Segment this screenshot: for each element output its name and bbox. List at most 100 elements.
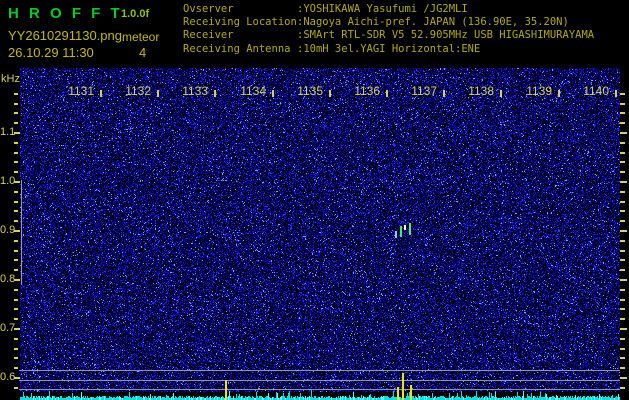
time-tick	[500, 90, 502, 97]
frequency-tick-right	[620, 250, 625, 252]
frequency-tick-right	[620, 122, 625, 124]
time-tick-label: 1133	[182, 84, 208, 98]
frequency-tick-right	[620, 191, 625, 193]
time-tick-label: 1132	[125, 84, 151, 98]
time-tick	[272, 90, 274, 97]
time-tick-label: 1136	[354, 84, 380, 98]
frequency-tick-right	[620, 93, 625, 95]
frequency-unit-label: kHz	[1, 73, 20, 85]
frequency-tick-left	[14, 122, 18, 124]
time-tick	[558, 90, 560, 97]
hrofft-window: H R O F F T 1.0.0f YY2610291130.png mete…	[0, 0, 629, 400]
station-info-label: Ovserver	[183, 3, 234, 15]
frequency-tick-label: 0.7	[0, 322, 16, 334]
time-tick	[443, 90, 445, 97]
frequency-tick-left	[14, 318, 18, 320]
output-filename: YY2610291130.png	[8, 28, 122, 43]
station-info-value: :10mH 3el.YAGI Horizontal:ENE	[297, 42, 481, 55]
frequency-tick-right	[620, 269, 625, 271]
frequency-tick-right	[620, 348, 625, 350]
station-info-row: Ovserver:YOSHIKAWA Yasufumi /JG2MLI	[183, 3, 594, 16]
meteor-echo-mark	[395, 231, 397, 238]
frequency-tick-left	[14, 387, 18, 389]
frequency-tick-left	[14, 357, 18, 359]
station-info-value: :SMArt RTL-SDR V5 52.905MHz USB HIGASHIM…	[297, 29, 595, 42]
time-tick-label: 1131	[68, 84, 94, 98]
time-tick	[615, 90, 617, 97]
meteor-event-marker	[402, 373, 404, 400]
frequency-tick-right	[620, 357, 625, 359]
noise-floor-canvas	[20, 390, 620, 400]
meteor-event-marker	[410, 385, 412, 400]
time-tick-label: 1140	[583, 84, 609, 98]
frequency-tick-left	[14, 269, 18, 271]
frequency-tick-right	[620, 318, 625, 320]
carrier-line	[19, 389, 620, 390]
meteor-echo-mark	[404, 225, 406, 230]
frequency-tick-right	[620, 112, 625, 114]
time-tick-label: 1137	[411, 84, 437, 98]
frequency-tick-left	[14, 93, 18, 95]
meteor-event-marker	[397, 387, 399, 400]
frequency-tick-left	[14, 250, 18, 252]
frequency-tick-label: 0.8	[0, 273, 16, 285]
frequency-tick-label: 1.0	[0, 175, 16, 187]
frequency-tick-label: 1.1	[0, 126, 16, 138]
frequency-tick-label: 0.6	[0, 371, 16, 383]
frequency-tick-left	[14, 152, 18, 154]
time-tick	[329, 90, 331, 97]
frequency-tick-left	[14, 348, 18, 350]
frequency-tick-right	[620, 161, 625, 163]
station-info-row: Receiving Antenna :10mH 3el.YAGI Horizont…	[183, 43, 594, 56]
frequency-tick-right	[620, 328, 627, 330]
station-info-label: Receiving Location	[183, 16, 297, 29]
frequency-tick-right	[620, 299, 625, 301]
frequency-tick-right	[620, 240, 625, 242]
frequency-tick-left	[14, 308, 18, 310]
frequency-tick-right	[620, 279, 627, 281]
frequency-tick-right	[620, 103, 625, 105]
start-edge-line	[21, 180, 22, 285]
frequency-tick-right	[620, 387, 625, 389]
frequency-tick-right	[620, 201, 625, 203]
station-info-label: Receiving Antenna	[183, 42, 291, 55]
frequency-tick-right	[620, 142, 625, 144]
frequency-tick-right	[620, 132, 627, 134]
frequency-tick-left	[14, 367, 18, 369]
spectrogram-canvas	[20, 68, 620, 392]
time-tick-label: 1135	[297, 84, 323, 98]
carrier-line	[19, 380, 620, 381]
observation-datetime: 26.10.29 11:30	[8, 45, 94, 60]
frequency-tick-left	[14, 191, 18, 193]
time-tick	[386, 90, 388, 97]
frequency-tick-left	[14, 220, 18, 222]
frequency-tick-right	[620, 181, 627, 183]
frequency-tick-right	[620, 289, 625, 291]
frequency-tick-label: 0.9	[0, 224, 16, 236]
frequency-tick-right	[620, 259, 625, 261]
frequency-tick-left	[14, 142, 18, 144]
frequency-tick-left	[14, 240, 18, 242]
frequency-tick-right	[620, 308, 625, 310]
app-title: H R O F F T	[8, 5, 123, 22]
frequency-tick-right	[620, 377, 627, 379]
frequency-tick-left	[14, 210, 18, 212]
time-tick	[214, 90, 216, 97]
station-info-row: Receiving Location:Nagoya Aichi-pref. JA…	[183, 16, 594, 29]
frequency-tick-right	[620, 152, 625, 154]
frequency-tick-right	[620, 367, 625, 369]
mode-label: meteor	[122, 30, 160, 44]
meteor-event-marker	[225, 380, 227, 400]
meteor-count: 4	[139, 45, 147, 60]
time-tick-label: 1134	[240, 84, 266, 98]
station-info-row: Receiver:SMArt RTL-SDR V5 52.905MHz USB …	[183, 29, 594, 42]
frequency-tick-left	[14, 103, 18, 105]
frequency-tick-right	[620, 171, 625, 173]
frequency-tick-left	[14, 201, 18, 203]
time-tick	[157, 90, 159, 97]
meteor-echo-mark	[409, 223, 411, 235]
frequency-tick-right	[620, 210, 625, 212]
station-info-block: Ovserver:YOSHIKAWA Yasufumi /JG2MLI Recei…	[183, 3, 594, 56]
frequency-tick-left	[14, 299, 18, 301]
frequency-tick-right	[620, 338, 625, 340]
